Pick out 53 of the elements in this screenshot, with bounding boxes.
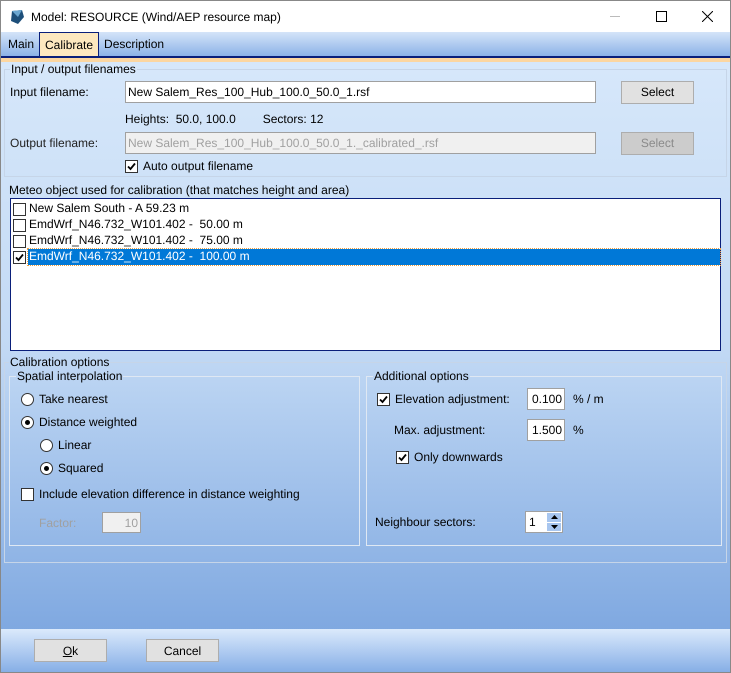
spin-field[interactable]: 1 bbox=[525, 511, 563, 533]
filename-field[interactable]: New Salem_Res_100_Hub_100.0_50.0_1.rsf bbox=[125, 81, 596, 103]
checkbox-label: Auto output filename bbox=[143, 158, 254, 175]
number-field[interactable]: 0.100 bbox=[527, 388, 565, 410]
spin-arrows-icon[interactable] bbox=[546, 512, 562, 532]
checkbox-label: Include elevation difference in distance weighting bbox=[39, 486, 300, 503]
number-field[interactable]: 1.500 bbox=[527, 419, 565, 441]
field-label: Max. adjustment: bbox=[393, 422, 486, 439]
radio-button[interactable] bbox=[40, 462, 53, 474]
tab[interactable]: Calibrate bbox=[39, 32, 100, 56]
tab[interactable]: Description bbox=[99, 32, 170, 56]
radio-label: Squared bbox=[58, 460, 104, 477]
checkbox[interactable] bbox=[13, 250, 26, 264]
checkbox[interactable] bbox=[13, 218, 26, 232]
dialog-button[interactable]: Cancel bbox=[146, 639, 219, 662]
tab[interactable]: Main bbox=[3, 32, 40, 56]
group-title: Calibration options bbox=[9, 355, 110, 369]
checkbox-label: Elevation adjustment: bbox=[395, 391, 510, 408]
checkbox[interactable] bbox=[13, 234, 26, 248]
list-item[interactable]: EmdWrf_N46.732_W101.402 - 50.00 m bbox=[28, 217, 243, 233]
spin-value: 1 bbox=[528, 514, 537, 531]
checkbox[interactable] bbox=[21, 488, 34, 500]
field-label: Input filename: bbox=[10, 84, 90, 101]
field-label: Factor: bbox=[39, 514, 78, 532]
list-item[interactable]: EmdWrf_N46.732_W101.402 - 100.00 m bbox=[28, 249, 720, 265]
list-item[interactable]: EmdWrf_N46.732_W101.402 - 75.00 m bbox=[28, 233, 243, 249]
checkbox[interactable] bbox=[396, 450, 409, 464]
field-label: Neighbour sectors: bbox=[375, 514, 477, 531]
checkbox[interactable] bbox=[125, 160, 138, 172]
radio-label: Distance weighted bbox=[39, 414, 138, 431]
meteo-list[interactable]: New Salem South - A 59.23 m EmdWrf_N46.732_W101.402 - 50.00 m EmdWrf_N46.732_W101.402 - 75.00 m EmdWrf_N46.732_W101.402 - 100.00 m bbox=[10, 198, 721, 351]
dialog-button[interactable]: Ok bbox=[34, 639, 107, 662]
checkbox[interactable] bbox=[377, 392, 390, 406]
radio-button[interactable] bbox=[21, 392, 34, 406]
unit-label: % bbox=[573, 422, 584, 439]
group-title: Input / output filenames bbox=[10, 62, 137, 76]
radio-button[interactable] bbox=[21, 416, 34, 428]
select-button[interactable]: Select bbox=[621, 80, 694, 104]
group-title: Additional options bbox=[373, 369, 470, 383]
checkbox[interactable] bbox=[13, 202, 26, 216]
radio-label: Linear bbox=[58, 437, 92, 454]
field-label: Output filename: bbox=[10, 135, 100, 152]
section-label: Meteo object used for calibration (that matches height and area) bbox=[9, 182, 350, 198]
checkbox-label: Only downwards bbox=[414, 449, 503, 466]
info-text: Sectors: 12 bbox=[262, 111, 324, 128]
info-text: Heights: 50.0, 100.0 bbox=[125, 111, 236, 128]
window-title: Model: RESOURCE (Wind/AEP resource map) bbox=[31, 8, 281, 26]
radio-button[interactable] bbox=[40, 438, 53, 452]
list-item[interactable]: New Salem South - A 59.23 m bbox=[28, 201, 190, 217]
app-icon bbox=[9, 8, 25, 24]
group-title: Spatial interpolation bbox=[16, 369, 124, 383]
radio-label: Take nearest bbox=[39, 391, 108, 408]
unit-label: % / m bbox=[573, 391, 604, 408]
